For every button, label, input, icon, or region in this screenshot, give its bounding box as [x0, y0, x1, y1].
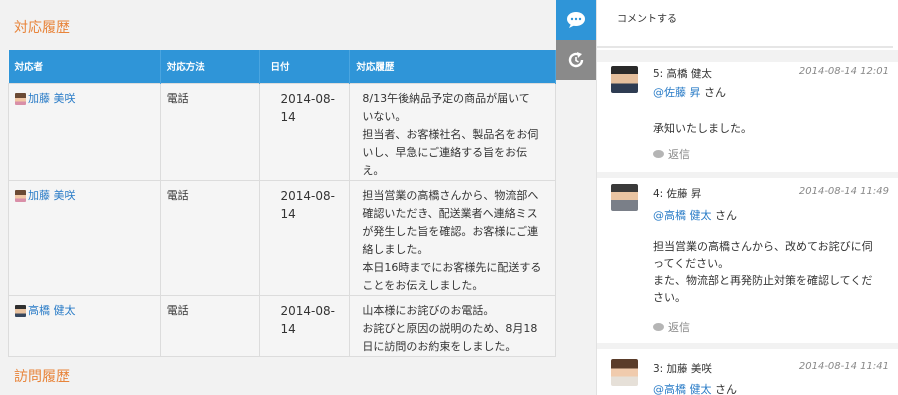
- table-row: 加藤 美咲 電話 2014-08-14 8/13午後納品予定の商品が届いて いな…: [8, 82, 556, 181]
- mention-suffix: さん: [700, 86, 726, 99]
- reply-bubble-icon: [653, 323, 664, 331]
- history-line: え。: [362, 163, 385, 177]
- refresh-icon: [568, 52, 584, 68]
- person-name[interactable]: 加藤 美咲: [28, 90, 76, 108]
- reply-label[interactable]: 返信: [668, 146, 690, 162]
- user-avatar-icon: [15, 189, 26, 202]
- history-line: が発生した旨を確認。お客様にご連: [362, 224, 539, 238]
- visits-section-title: 訪問履歴: [14, 369, 70, 385]
- avatar: [611, 66, 638, 93]
- method-cell: 電話: [159, 82, 261, 181]
- person-link[interactable]: 加藤 美咲: [15, 90, 154, 108]
- history-cell: 8/13午後納品予定の商品が届いて いない。 担当者、お客様社名、製品名をお伺 …: [349, 82, 556, 181]
- user-avatar-icon: [15, 304, 26, 317]
- method-cell: 電話: [159, 179, 261, 296]
- history-table-header: 対応者 対応方法 日付 対応履歴: [8, 50, 556, 83]
- history-cell: 山本様にお詫びのお電話。 お詫びと原因の説明のため、8月18 日に訪問のお約束を…: [349, 294, 556, 357]
- avatar: [611, 359, 638, 386]
- mention-suffix: さん: [711, 209, 737, 222]
- comment-author: 5: 高橋 健太: [653, 68, 712, 80]
- comment-body: 承知いたしました。: [653, 120, 893, 137]
- comment-mention: @高橋 健太 さん: [653, 381, 737, 395]
- column-header: 対応履歴: [349, 50, 556, 83]
- mention-link[interactable]: @高橋 健太: [653, 209, 712, 222]
- date-cell: 2014-08-14: [259, 179, 351, 296]
- reply-button[interactable]: 返信: [653, 146, 690, 162]
- comment-line: また、物流部と再発防止対策を確認してくだ: [653, 274, 873, 287]
- comments-panel: コメントする 5: 高橋 健太 2014-08-14 12:01 @佐藤 昇 さ…: [596, 0, 898, 395]
- comment-date: 2014-08-14 11:49: [798, 186, 889, 197]
- mention-link[interactable]: @佐藤 昇: [653, 86, 701, 99]
- comment-line: 承知いたしました。: [653, 122, 752, 135]
- person-cell: 加藤 美咲: [8, 179, 161, 296]
- table-row: 高橋 健太 電話 2014-08-14 山本様にお詫びのお電話。 お詫びと原因の…: [8, 294, 556, 357]
- comment-item: 3: 加藤 美咲 2014-08-14 11:41 @高橋 健太 さん: [597, 349, 898, 395]
- person-name[interactable]: 加藤 美咲: [28, 187, 76, 205]
- history-cell: 担当営業の高橋さんから、物流部へ 確認いただき、配送業者へ連絡ミス が発生した旨…: [349, 179, 556, 296]
- reply-label[interactable]: 返信: [668, 319, 690, 335]
- divider: [597, 50, 898, 62]
- avatar: [611, 184, 638, 211]
- date-cell: 2014-08-14: [259, 82, 351, 181]
- history-line: 絡しました。: [362, 242, 429, 256]
- table-row: 加藤 美咲 電話 2014-08-14 担当営業の高橋さんから、物流部へ 確認い…: [8, 179, 556, 296]
- method-cell: 電話: [159, 294, 261, 357]
- date-cell: 2014-08-14: [259, 294, 351, 357]
- left-panel: 対応履歴 対応者 対応方法 日付 対応履歴 加藤 美咲 電話 2014-08-1…: [0, 0, 556, 395]
- history-line: 確認いただき、配送業者へ連絡ミス: [362, 206, 538, 220]
- reply-bubble-icon: [653, 150, 664, 158]
- history-line: いし、早急にご連絡する旨をお伝: [362, 145, 528, 159]
- reply-button[interactable]: 返信: [653, 319, 690, 335]
- comment-input[interactable]: コメントする: [597, 0, 893, 48]
- history-table: 対応者 対応方法 日付 対応履歴 加藤 美咲 電話 2014-08-14 8/1…: [8, 50, 556, 357]
- comment-line: ってください。: [653, 257, 730, 270]
- history-line: お詫びと原因の説明のため、8月18: [362, 321, 538, 335]
- person-cell: 高橋 健太: [8, 294, 161, 357]
- comment-item: 5: 高橋 健太 2014-08-14 12:01 @佐藤 昇 さん 承知いたし…: [597, 62, 898, 172]
- comment-author: 3: 加藤 美咲: [653, 363, 712, 375]
- history-line: 8/13午後納品予定の商品が届いて: [362, 91, 530, 105]
- history-line: 日に訪問のお約束をしました。: [362, 339, 517, 353]
- history-line: 山本様にお詫びのお電話。: [362, 303, 495, 317]
- history-line: ことをお伝えしました。: [362, 278, 484, 292]
- history-line: 担当者、お客様社名、製品名をお伺: [362, 127, 539, 141]
- comment-prompt[interactable]: コメントする: [617, 10, 677, 25]
- comment-date: 2014-08-14 12:01: [798, 66, 889, 77]
- comment-line: さい。: [653, 291, 686, 304]
- comment-mention: @佐藤 昇 さん: [653, 84, 726, 100]
- comment-body: 担当営業の高橋さんから、改めてお詫びに伺 ってください。 また、物流部と再発防止…: [653, 238, 893, 306]
- comment-author: 4: 佐藤 昇: [653, 188, 702, 200]
- comment-date: 2014-08-14 11:41: [798, 361, 889, 372]
- comment-line: 担当営業の高橋さんから、改めてお詫びに伺: [653, 240, 873, 253]
- person-cell: 加藤 美咲: [8, 82, 161, 181]
- mention-suffix: さん: [711, 383, 737, 395]
- comment-item: 4: 佐藤 昇 2014-08-14 11:49 @高橋 健太 さん 担当営業の…: [597, 178, 898, 343]
- mention-link[interactable]: @高橋 健太: [653, 383, 712, 395]
- person-name[interactable]: 高橋 健太: [28, 302, 76, 320]
- history-line: 本日16時までにお客様先に配送する: [362, 260, 542, 274]
- history-line: いない。: [362, 109, 407, 123]
- history-line: 担当営業の高橋さんから、物流部へ: [362, 188, 539, 202]
- column-header: 日付: [259, 50, 351, 83]
- history-section-title: 対応履歴: [14, 20, 70, 36]
- person-link[interactable]: 加藤 美咲: [15, 187, 154, 205]
- history-tab[interactable]: [556, 40, 596, 80]
- comments-tab[interactable]: [556, 0, 596, 40]
- comment-mention: @高橋 健太 さん: [653, 207, 737, 223]
- user-avatar-icon: [15, 92, 26, 105]
- speech-bubble-icon: [567, 12, 585, 28]
- side-tabs: [556, 0, 596, 80]
- column-header: 対応者: [8, 50, 161, 83]
- column-header: 対応方法: [160, 50, 261, 83]
- person-link[interactable]: 高橋 健太: [15, 302, 154, 320]
